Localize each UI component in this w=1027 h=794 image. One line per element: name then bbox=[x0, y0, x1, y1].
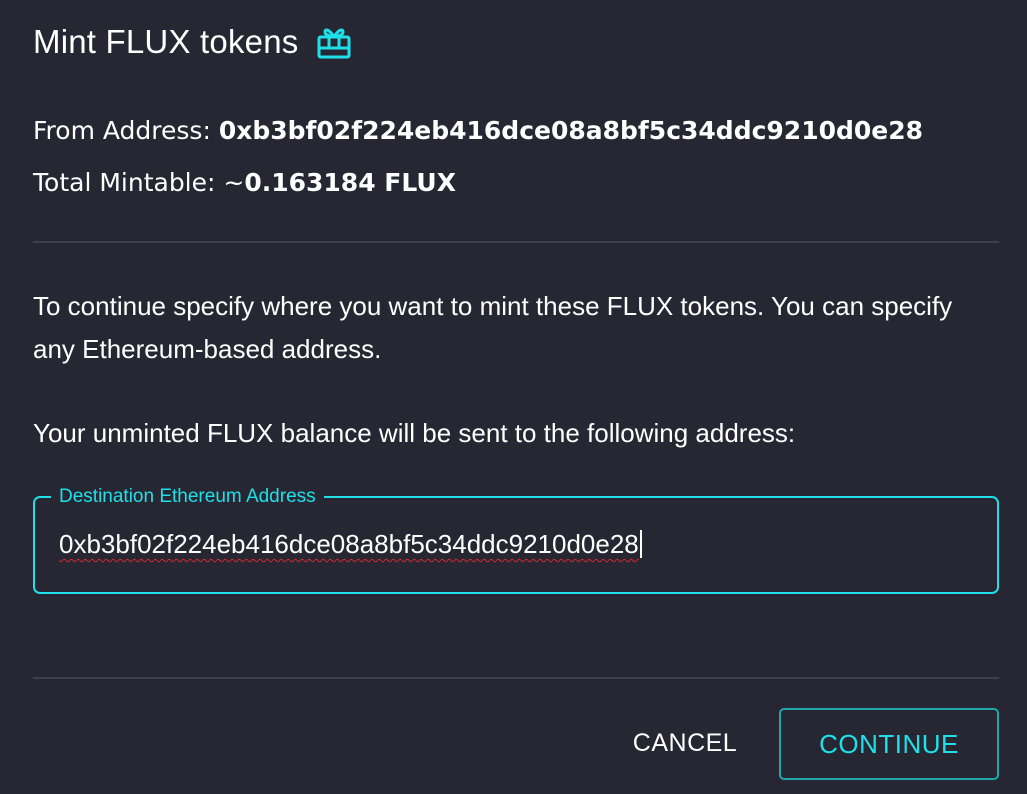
from-address-row: From Address: 0xb3bf02f224eb416dce08a8bf… bbox=[33, 116, 923, 145]
destination-address-field[interactable]: Destination Ethereum Address 0xb3bf02f22… bbox=[33, 485, 999, 594]
from-address-label: From Address: bbox=[33, 116, 219, 145]
total-mintable-label: Total Mintable: ~ bbox=[33, 168, 245, 197]
destination-address-input[interactable]: 0xb3bf02f224eb416dce08a8bf5c34ddc9210d0e… bbox=[59, 529, 642, 560]
mint-flux-dialog: Mint FLUX tokens From Address: 0xb3bf02f… bbox=[0, 0, 1027, 794]
total-mintable-value: 0.163184 FLUX bbox=[244, 168, 456, 197]
divider bbox=[33, 677, 999, 679]
dialog-header: Mint FLUX tokens bbox=[33, 20, 352, 64]
instructions-text: To continue specify where you want to mi… bbox=[33, 291, 953, 364]
dialog-title: Mint FLUX tokens bbox=[33, 23, 299, 60]
from-address-value: 0xb3bf02f224eb416dce08a8bf5c34ddc9210d0e… bbox=[218, 116, 924, 145]
cancel-button[interactable]: CANCEL bbox=[612, 714, 758, 772]
total-mintable-row: Total Mintable: ~0.163184 FLUX bbox=[33, 168, 456, 197]
text-caret bbox=[639, 530, 642, 558]
balance-destination-text: Your unminted FLUX balance will be sent … bbox=[33, 418, 796, 448]
continue-button[interactable]: CONTINUE bbox=[779, 708, 999, 780]
divider bbox=[33, 241, 999, 243]
gift-icon bbox=[316, 24, 352, 60]
destination-address-value: 0xb3bf02f224eb416dce08a8bf5c34ddc9210d0e… bbox=[59, 529, 639, 559]
destination-address-label: Destination Ethereum Address bbox=[51, 485, 324, 509]
